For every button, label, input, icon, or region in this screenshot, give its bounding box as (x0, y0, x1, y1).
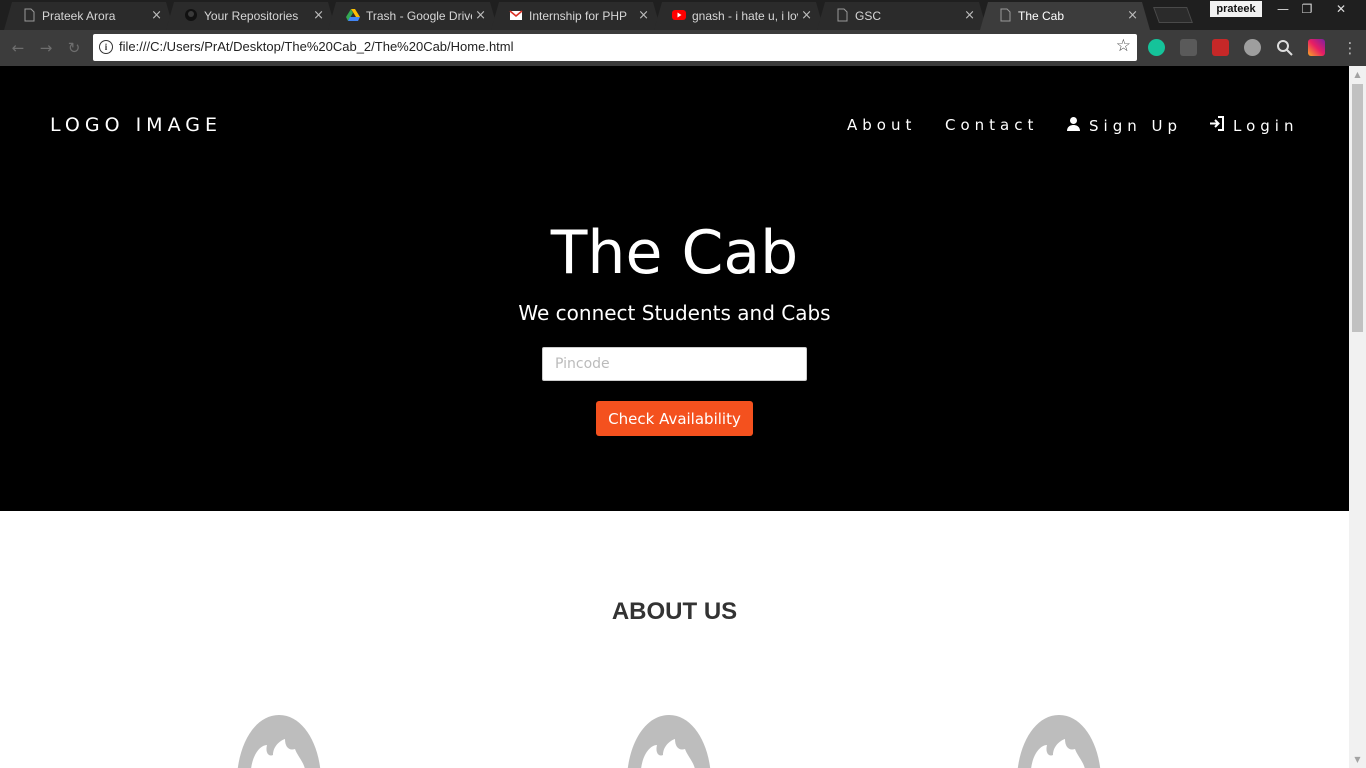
address-bar[interactable]: i file:///C:/Users/PrAt/Desktop/The%20Ca… (93, 34, 1137, 61)
close-icon[interactable]: × (1127, 3, 1138, 29)
scroll-down-arrow-icon[interactable]: ▼ (1349, 751, 1366, 768)
tab-title: GSC (855, 9, 882, 23)
info-icon[interactable]: i (99, 40, 113, 54)
browser-tab[interactable]: Trash - Google Drive × (328, 2, 498, 30)
nav-about-label: About (847, 116, 917, 134)
menu-icon[interactable]: ⋮ (1340, 38, 1360, 58)
browser-tab[interactable]: Internship for PHP × (491, 2, 661, 30)
cloud-extension-icon[interactable] (1244, 39, 1261, 56)
new-tab-button[interactable] (1153, 7, 1193, 23)
close-icon[interactable]: × (638, 3, 649, 29)
extension-icon[interactable] (1212, 39, 1229, 56)
grammarly-icon[interactable] (1148, 39, 1165, 56)
tab-title: gnash - i hate u, i love u (692, 9, 797, 23)
about-us-heading: ABOUT US (611, 598, 738, 625)
reload-icon[interactable]: ↻ (64, 38, 84, 58)
scrollbar-thumb[interactable] (1352, 84, 1363, 332)
profile-button[interactable]: prateek (1210, 1, 1262, 17)
browser-tab[interactable]: gnash - i hate u, i love u × (654, 2, 824, 30)
tab-title: Your Repositories (204, 9, 299, 23)
google-drive-icon (346, 8, 360, 22)
document-icon (22, 8, 36, 22)
gmail-icon (509, 8, 523, 22)
browser-tabstrip: Prateek Arora × Your Repositories × Tras… (0, 0, 1366, 30)
window-close-icon[interactable]: ✕ (1328, 0, 1354, 18)
avatar-icon (1017, 715, 1101, 768)
nav-login-label: Login (1233, 117, 1299, 135)
scroll-up-arrow-icon[interactable]: ▲ (1349, 66, 1366, 83)
tab-title: Trash - Google Drive (366, 9, 472, 23)
close-icon[interactable]: × (313, 3, 324, 29)
restore-icon[interactable]: ❐ (1294, 0, 1320, 18)
logo[interactable]: LOGO IMAGE (50, 114, 222, 136)
nav-about[interactable]: About (847, 116, 916, 134)
browser-tab-active[interactable]: The Cab × (980, 2, 1150, 30)
hero-title: The Cab (550, 218, 799, 288)
browser-tab[interactable]: Prateek Arora × (4, 2, 174, 30)
url-text[interactable]: file:///C:/Users/PrAt/Desktop/The%20Cab_… (119, 39, 514, 54)
close-icon[interactable]: × (964, 3, 975, 29)
check-availability-button[interactable]: Check Availability (596, 401, 753, 436)
hero-section: LOGO IMAGE About Contact Sign Up Login T… (0, 66, 1349, 511)
nav-login[interactable]: Login (1209, 116, 1298, 135)
search-icon[interactable] (1276, 39, 1293, 56)
avatar-icon (237, 715, 321, 768)
tab-title: The Cab (1018, 9, 1065, 23)
hero-subtitle: We connect Students and Cabs (518, 301, 831, 325)
nav-signup[interactable]: Sign Up (1066, 116, 1182, 135)
pincode-input[interactable] (542, 347, 807, 381)
page-viewport: LOGO IMAGE About Contact Sign Up Login T… (0, 66, 1349, 768)
pdf-extension-icon[interactable] (1180, 39, 1197, 56)
tab-title: Internship for PHP (529, 9, 628, 23)
nav-signup-label: Sign Up (1089, 117, 1182, 135)
login-icon (1210, 116, 1224, 131)
close-icon[interactable]: × (801, 3, 812, 29)
document-icon (835, 8, 849, 22)
user-icon (1067, 117, 1080, 131)
browser-tab[interactable]: Your Repositories × (166, 2, 336, 30)
browser-tab[interactable]: GSC × (817, 2, 987, 30)
instagram-icon[interactable] (1308, 39, 1325, 56)
star-icon[interactable]: ☆ (1116, 36, 1131, 56)
github-icon (184, 8, 198, 22)
youtube-icon (672, 8, 686, 22)
nav-contact[interactable]: Contact (945, 116, 1038, 134)
minimize-icon[interactable]: — (1270, 0, 1296, 18)
forward-arrow-icon[interactable]: → (36, 38, 56, 58)
avatar-icon (627, 715, 711, 768)
page-scrollbar[interactable]: ▲ ▼ (1349, 66, 1366, 768)
close-icon[interactable]: × (151, 3, 162, 29)
close-icon[interactable]: × (475, 3, 486, 29)
back-arrow-icon[interactable]: ← (8, 38, 28, 58)
tab-title: Prateek Arora (42, 9, 116, 23)
nav-contact-label: Contact (945, 116, 1039, 134)
document-icon (998, 8, 1012, 22)
browser-toolbar: ← → ↻ i file:///C:/Users/PrAt/Desktop/Th… (0, 30, 1366, 66)
